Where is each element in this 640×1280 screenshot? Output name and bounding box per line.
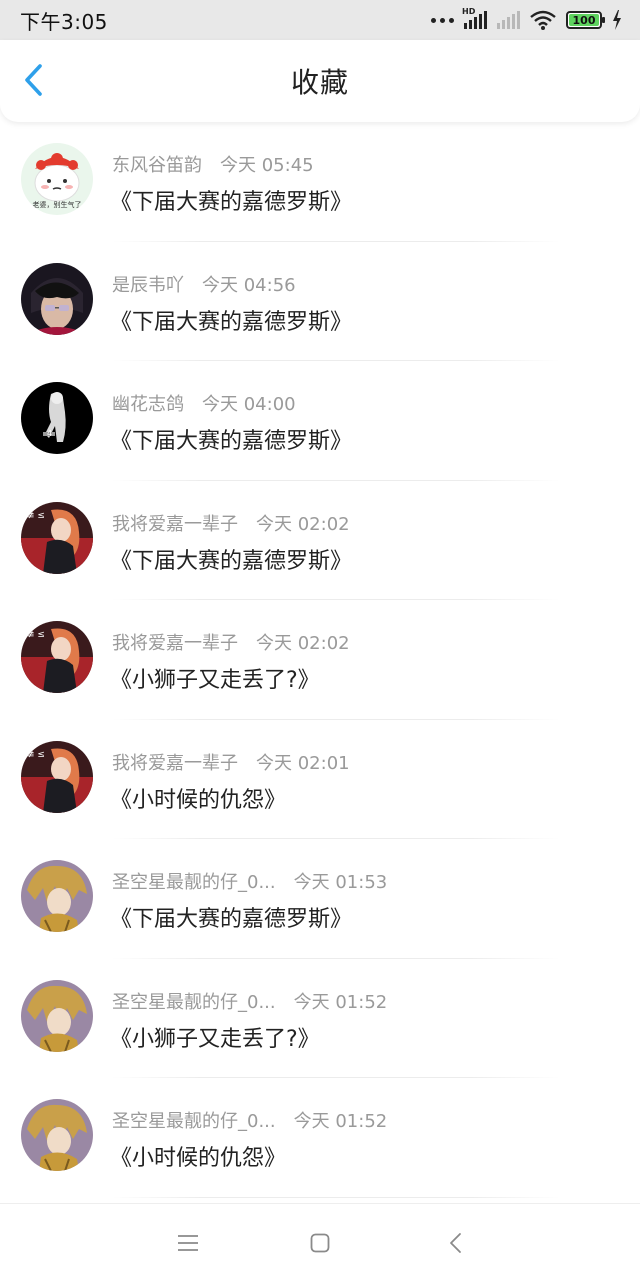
author-name: 幽花志鸽	[112, 394, 184, 415]
list-item[interactable]: 圣空星最靓的仔_0... 今天 01:52 《小狮子又走丢了?》	[0, 959, 640, 1078]
post-time: 今天 04:56	[202, 274, 296, 296]
svg-text:4: 4	[47, 429, 52, 438]
item-title: 《下届大赛的嘉德罗斯》	[110, 309, 353, 335]
avatar[interactable]	[21, 1099, 93, 1171]
status-icons: HD 100	[431, 7, 622, 30]
svg-text:≢ ≤: ≢ ≤	[27, 630, 45, 640]
menu-button[interactable]	[173, 1228, 203, 1258]
list-item[interactable]: 老婆，别生气了 东风谷笛韵 今天 05:45 《下届大赛的嘉德罗斯》	[0, 122, 640, 242]
back-button[interactable]	[14, 60, 54, 100]
post-time: 今天 02:01	[256, 752, 350, 774]
menu-icon	[178, 1235, 198, 1251]
svg-text:≢ ≤: ≢ ≤	[27, 511, 45, 521]
item-title: 《下届大赛的嘉德罗斯》	[110, 190, 353, 215]
post-time: 今天 02:02	[256, 633, 350, 654]
avatar[interactable]	[21, 979, 93, 1052]
author-name: 圣空星最靓的仔_0...	[112, 872, 276, 893]
avatar[interactable]	[21, 262, 93, 335]
svg-text:≢ ≤: ≢ ≤	[27, 750, 45, 760]
wifi-icon	[530, 10, 556, 30]
post-time: 今天 01:52	[293, 1111, 388, 1132]
avatar[interactable]: ≢ ≤	[21, 740, 93, 813]
list-item[interactable]: ≢ ≤ 我将爱嘉一辈子 今天 02:02 《下届大赛的嘉德罗斯》	[0, 481, 640, 600]
list-item[interactable]: ≢ ≤ 我将爱嘉一辈子 今天 02:02 《小狮子又走丢了?》	[0, 600, 640, 720]
back-triangle-icon	[450, 1233, 461, 1253]
battery-text: 100	[572, 13, 596, 27]
item-title: 《下届大赛的嘉德罗斯》	[110, 429, 353, 454]
home-button[interactable]	[305, 1228, 335, 1258]
item-title: 《下届大赛的嘉德罗斯》	[110, 907, 353, 932]
system-nav-bar	[0, 1203, 640, 1280]
item-title: 《小时候的仇怨》	[110, 1146, 287, 1171]
list-item[interactable]: 是辰韦吖 今天 04:56 《下届大赛的嘉德罗斯》	[0, 242, 640, 361]
more-dots-icon	[431, 17, 454, 23]
status-bar: 下午3:05 HD 100	[0, 0, 640, 40]
author-name: 我将爱嘉一辈子	[112, 752, 238, 774]
author-name: 东风谷笛韵	[112, 155, 202, 176]
author-name: 是辰韦吖	[112, 274, 184, 296]
signal-icon: HD	[462, 7, 487, 29]
author-name: 我将爱嘉一辈子	[112, 513, 238, 535]
post-time: 今天 05:45	[220, 155, 314, 176]
back-nav-button[interactable]	[440, 1228, 470, 1258]
charging-icon	[613, 10, 621, 30]
list-item[interactable]: 4 幽花志鸽 今天 04:00 《下届大赛的嘉德罗斯》	[0, 361, 640, 481]
item-title: 《小狮子又走丢了?》	[110, 1026, 320, 1052]
avatar[interactable]: 老婆，别生气了	[21, 143, 93, 215]
avatar[interactable]: ≢ ≤	[21, 501, 93, 574]
battery-icon: 100	[566, 11, 605, 29]
hd-badge: HD	[462, 7, 476, 16]
author-name: 我将爱嘉一辈子	[112, 633, 238, 654]
home-square-icon	[310, 1233, 330, 1253]
chevron-left-icon	[25, 64, 42, 96]
post-time: 今天 04:00	[202, 394, 296, 415]
avatar[interactable]: ≢ ≤	[21, 621, 93, 693]
avatar-caption: 老婆，别生气了	[33, 200, 82, 209]
status-time: 下午3:05	[20, 9, 108, 34]
divider	[112, 1196, 560, 1198]
avatar[interactable]	[21, 860, 93, 932]
list-item[interactable]: 圣空星最靓的仔_0... 今天 01:52 《小时候的仇怨》	[0, 1078, 640, 1198]
app-header: 收藏	[0, 40, 640, 122]
author-name: 圣空星最靓的仔_0...	[112, 991, 276, 1013]
item-title: 《小狮子又走丢了?》	[110, 668, 320, 693]
post-time: 今天 01:53	[293, 872, 388, 893]
list-item[interactable]: 圣空星最靓的仔_0... 今天 01:53 《下届大赛的嘉德罗斯》	[0, 839, 640, 959]
page-title: 收藏	[290, 66, 349, 99]
list-item[interactable]: ≢ ≤ 我将爱嘉一辈子 今天 02:01 《小时候的仇怨》	[0, 720, 640, 839]
author-name: 圣空星最靓的仔_0...	[112, 1111, 276, 1132]
signal-off-icon	[497, 11, 520, 29]
post-time: 今天 01:52	[293, 991, 388, 1013]
post-time: 今天 02:02	[256, 513, 350, 535]
avatar[interactable]: 4	[21, 382, 93, 454]
favorites-list: 老婆，别生气了 东风谷笛韵 今天 05:45 《下届大赛的嘉德罗斯》 是辰韦吖	[0, 122, 640, 1198]
item-title: 《下届大赛的嘉德罗斯》	[110, 548, 353, 574]
item-title: 《小时候的仇怨》	[110, 787, 287, 813]
